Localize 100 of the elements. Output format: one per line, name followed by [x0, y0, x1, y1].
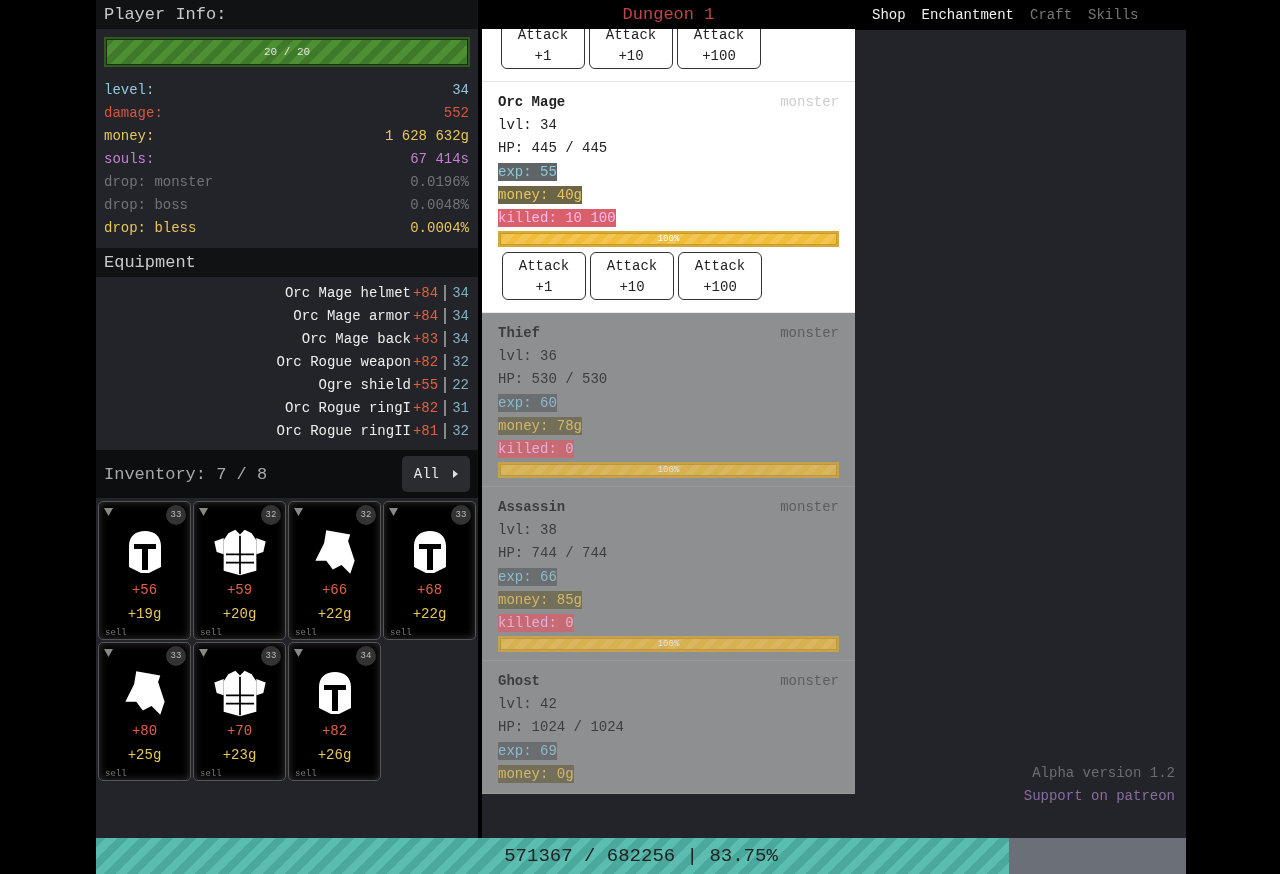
equipment-bonus: +83: [412, 330, 439, 347]
item-bonus: +66: [321, 582, 348, 598]
nav-tab[interactable]: Shop: [872, 7, 906, 23]
dropdown-icon: [199, 508, 208, 516]
equipment-name: Orc Mage helmet: [284, 284, 411, 301]
equipment-level: 34: [444, 284, 469, 301]
monster-name: Thief: [498, 324, 541, 343]
dungeon-title: Dungeon 1: [482, 0, 855, 29]
equipment-bonus: +82: [412, 399, 439, 416]
progress-text: 100%: [657, 465, 680, 475]
equipment-name: Ogre shield: [318, 376, 411, 393]
exp-label: exp: 55: [498, 162, 557, 181]
item-price: +23g: [222, 747, 257, 763]
stat-label: drop: boss: [104, 196, 188, 215]
equipment-bonus: +81: [412, 422, 439, 439]
monster-hp: HP: 445 / 445: [498, 139, 608, 158]
dropdown-icon: [104, 508, 113, 516]
monster-name: Ghost: [498, 672, 541, 691]
caret-icon: [453, 470, 458, 478]
item-card[interactable]: 32 +59 +20g sell: [193, 501, 286, 640]
item-card[interactable]: 32 +66 +22g sell: [288, 501, 381, 640]
sell-link[interactable]: sell: [105, 769, 127, 779]
equipment-level: 34: [444, 307, 469, 324]
filter-button[interactable]: All: [401, 456, 470, 492]
equipment-level: 22: [444, 376, 469, 393]
stat-value: 552: [443, 104, 469, 123]
equipment-name: Orc Mage back: [301, 330, 411, 347]
item-bonus: +59: [226, 582, 253, 598]
item-bonus: +68: [416, 582, 443, 598]
level-badge: 33: [166, 505, 186, 525]
monster-level: lvl: 34: [498, 116, 557, 135]
equipment-name: Orc Mage armor: [293, 307, 411, 324]
monster-name: Orc Mage: [498, 93, 567, 112]
sell-link[interactable]: sell: [295, 628, 317, 638]
equipment-bonus: +82: [412, 353, 439, 370]
exp-label: exp: 66: [498, 567, 557, 586]
stat-value: 0.0048%: [410, 196, 469, 215]
equipment-name: Orc Rogue ringII: [276, 422, 411, 439]
item-card[interactable]: 34 +82 +26g sell: [288, 642, 381, 781]
stat-value: 0.0196%: [410, 173, 469, 192]
equipment-level: 34: [444, 330, 469, 347]
item-price: +19g: [127, 606, 162, 622]
stat-value: 67 414s: [410, 150, 469, 169]
equipment-bonus: +84: [412, 284, 439, 301]
stat-label: money:: [104, 127, 155, 146]
item-bonus: +70: [226, 723, 253, 739]
kill-count: killed: 10 100: [498, 208, 616, 227]
sell-link[interactable]: sell: [390, 628, 412, 638]
panel-title: Player Info:: [96, 0, 478, 29]
sell-link[interactable]: sell: [200, 628, 222, 638]
level-badge: 32: [261, 505, 281, 525]
money-label: money: 40g: [498, 185, 582, 204]
stat-label: souls:: [104, 150, 155, 169]
patreon-link[interactable]: Support on patreon: [1023, 788, 1175, 804]
inventory-title: Inventory: 7 / 8: [104, 464, 268, 484]
sell-link[interactable]: sell: [200, 769, 222, 779]
item-bonus: +82: [321, 723, 348, 739]
attack-button[interactable]: Attack +10: [589, 29, 673, 69]
item-bonus: +80: [131, 723, 158, 739]
item-price: +25g: [127, 747, 162, 763]
item-price: +26g: [317, 747, 352, 763]
level-badge: 33: [166, 646, 186, 666]
item-card[interactable]: 33 +70 +23g sell: [193, 642, 286, 781]
money-label: money: 78g: [498, 416, 582, 435]
exp-label: exp: 60: [498, 393, 557, 412]
attack-button[interactable]: Attack +1: [501, 29, 585, 69]
item-price: +22g: [412, 606, 447, 622]
monster-level: lvl: 36: [498, 347, 557, 366]
equipment-level: 31: [444, 399, 469, 416]
sell-link[interactable]: sell: [295, 769, 317, 779]
progress-text: 100%: [657, 639, 680, 649]
armor-icon: [211, 528, 268, 576]
item-price: +22g: [317, 606, 352, 622]
monster-hp: HP: 530 / 530: [498, 370, 608, 389]
kill-count: killed: 0: [498, 439, 574, 458]
sell-link[interactable]: sell: [105, 628, 127, 638]
dropdown-icon: [294, 508, 303, 516]
nav-tab[interactable]: Enchantment: [921, 7, 1015, 23]
money-label: money: 85g: [498, 590, 582, 609]
item-bonus: +56: [131, 582, 158, 598]
equipment-name: Orc Rogue weapon: [276, 353, 411, 370]
attack-button[interactable]: Attack +10: [590, 252, 674, 300]
version-text: Alpha version 1.2: [1032, 765, 1175, 781]
attack-button[interactable]: Attack +100: [677, 29, 761, 69]
equipment-name: Orc Rogue ringI: [284, 399, 411, 416]
item-card[interactable]: 33 +68 +22g sell: [383, 501, 476, 640]
stat-label: damage:: [104, 104, 163, 123]
dropdown-icon: [199, 649, 208, 657]
section-title: Equipment: [96, 248, 478, 277]
item-card[interactable]: 33 +56 +19g sell: [98, 501, 191, 640]
dropdown-icon: [389, 508, 398, 516]
health-text: 20 / 20: [263, 46, 311, 58]
kill-count: killed: 0: [498, 613, 574, 632]
equipment-bonus: +55: [412, 376, 439, 393]
attack-button[interactable]: Attack +1: [502, 252, 586, 300]
attack-button[interactable]: Attack +100: [678, 252, 762, 300]
progress-text: 100%: [657, 234, 680, 244]
armor-icon: [211, 669, 268, 717]
dropdown-icon: [294, 649, 303, 657]
item-card[interactable]: 33 +80 +25g sell: [98, 642, 191, 781]
